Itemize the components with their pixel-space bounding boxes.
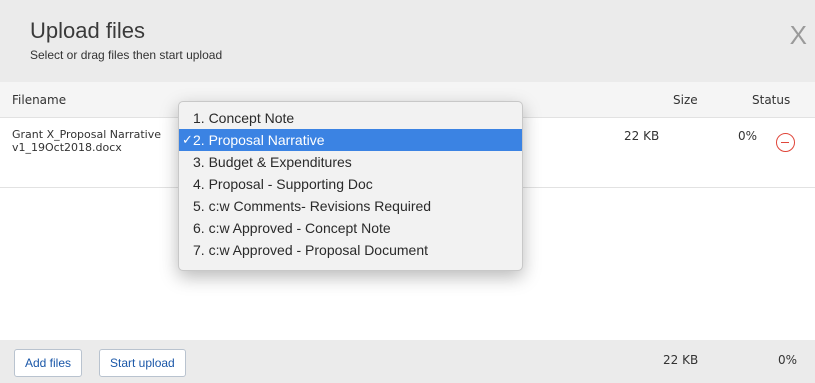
add-files-button[interactable]: Add files: [14, 349, 83, 377]
dropdown-option[interactable]: 4. Proposal - Supporting Doc: [179, 173, 522, 195]
document-type-dropdown[interactable]: 1. Concept Note ✓ 2. Proposal Narrative 3…: [178, 101, 523, 271]
dialog-subtitle: Select or drag files then start upload: [30, 48, 223, 62]
dropdown-option[interactable]: ✓ 2. Proposal Narrative: [179, 129, 522, 151]
option-label: 2. Proposal Narrative: [193, 132, 325, 148]
dropdown-option[interactable]: 6. c:w Approved - Concept Note: [179, 217, 522, 239]
check-icon: ✓: [182, 132, 193, 147]
column-header-status: Status: [752, 93, 791, 107]
option-label: 7. c:w Approved - Proposal Document: [193, 242, 429, 258]
file-name: Grant X_Proposal Narrative v1_19Oct2018.…: [12, 128, 161, 154]
file-size: 22 KB: [624, 129, 660, 143]
remove-file-icon[interactable]: [776, 133, 795, 152]
dialog-footer: Add files Start upload 22 KB 0%: [0, 340, 815, 383]
dropdown-option[interactable]: 1. Concept Note: [179, 107, 522, 129]
file-status: 0%: [738, 129, 758, 143]
dialog-title: Upload files: [30, 18, 145, 43]
column-header-filename: Filename: [12, 93, 67, 107]
dropdown-option[interactable]: 5. c:w Comments- Revisions Required: [179, 195, 522, 217]
dialog-header: Upload files Select or drag files then s…: [0, 0, 815, 82]
option-label: 3. Budget & Expenditures: [193, 154, 352, 170]
option-label: 1. Concept Note: [193, 110, 295, 126]
column-header-size: Size: [673, 93, 698, 107]
dropdown-option[interactable]: 3. Budget & Expenditures: [179, 151, 522, 173]
start-upload-button[interactable]: Start upload: [99, 349, 186, 377]
option-label: 6. c:w Approved - Concept Note: [193, 220, 391, 236]
close-icon[interactable]: X: [790, 20, 807, 51]
total-size: 22 KB: [663, 353, 699, 367]
dropdown-option[interactable]: 7. c:w Approved - Proposal Document: [179, 239, 522, 261]
option-label: 5. c:w Comments- Revisions Required: [193, 198, 432, 214]
total-status: 0%: [778, 353, 798, 367]
option-label: 4. Proposal - Supporting Doc: [193, 176, 373, 192]
